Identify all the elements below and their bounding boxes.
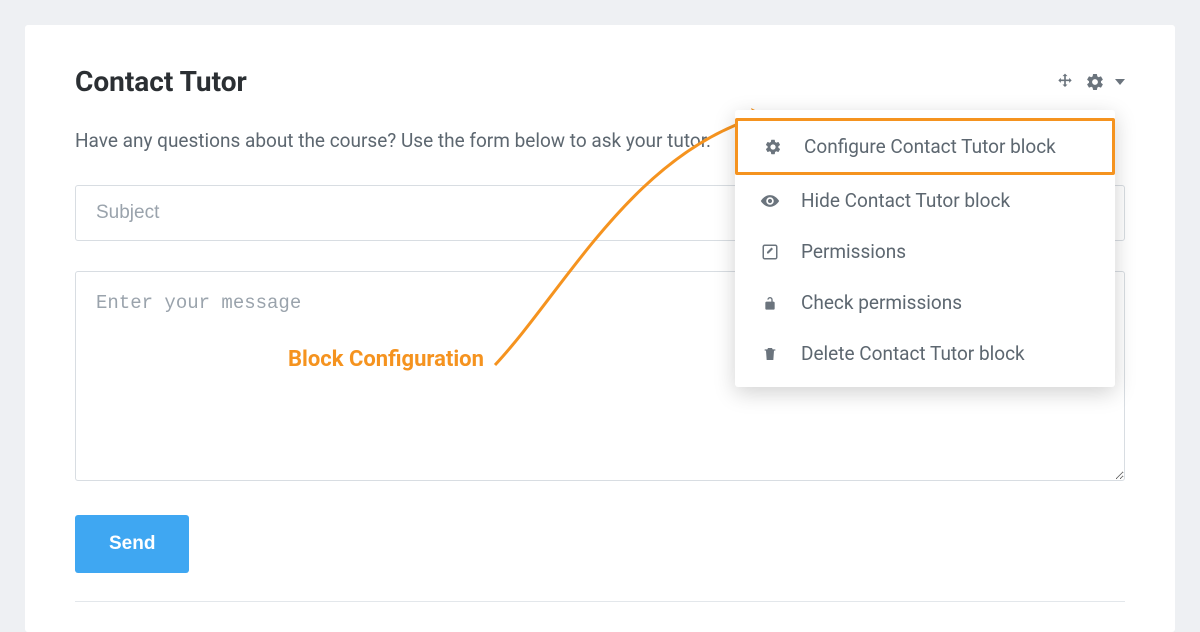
block-actions-menu: Configure Contact Tutor block Hide Conta… bbox=[735, 110, 1115, 387]
caret-down-icon[interactable] bbox=[1115, 77, 1125, 87]
block-title: Contact Tutor bbox=[75, 65, 247, 98]
menu-hide[interactable]: Hide Contact Tutor block bbox=[735, 175, 1115, 226]
unlock-icon bbox=[759, 294, 781, 312]
menu-configure[interactable]: Configure Contact Tutor block bbox=[735, 118, 1115, 175]
trash-icon bbox=[759, 345, 781, 363]
menu-permissions-label: Permissions bbox=[801, 240, 906, 263]
eye-icon bbox=[759, 191, 781, 211]
menu-configure-label: Configure Contact Tutor block bbox=[804, 135, 1056, 158]
menu-permissions[interactable]: Permissions bbox=[735, 226, 1115, 277]
menu-delete[interactable]: Delete Contact Tutor block bbox=[735, 328, 1115, 379]
edit-icon bbox=[759, 243, 781, 261]
contact-tutor-block: Contact Tutor Ha bbox=[25, 25, 1175, 632]
block-controls bbox=[1055, 72, 1125, 92]
page-background: Contact Tutor Ha bbox=[0, 0, 1200, 632]
gear-icon[interactable] bbox=[1085, 72, 1105, 92]
menu-delete-label: Delete Contact Tutor block bbox=[801, 342, 1025, 365]
menu-check-permissions[interactable]: Check permissions bbox=[735, 277, 1115, 328]
block-header: Contact Tutor bbox=[75, 65, 1125, 98]
menu-hide-label: Hide Contact Tutor block bbox=[801, 189, 1010, 212]
gear-icon bbox=[762, 138, 784, 156]
menu-check-permissions-label: Check permissions bbox=[801, 291, 962, 314]
divider bbox=[75, 601, 1125, 602]
send-button[interactable]: Send bbox=[75, 515, 189, 573]
annotation-label: Block Configuration bbox=[288, 347, 484, 372]
move-icon[interactable] bbox=[1055, 72, 1075, 92]
